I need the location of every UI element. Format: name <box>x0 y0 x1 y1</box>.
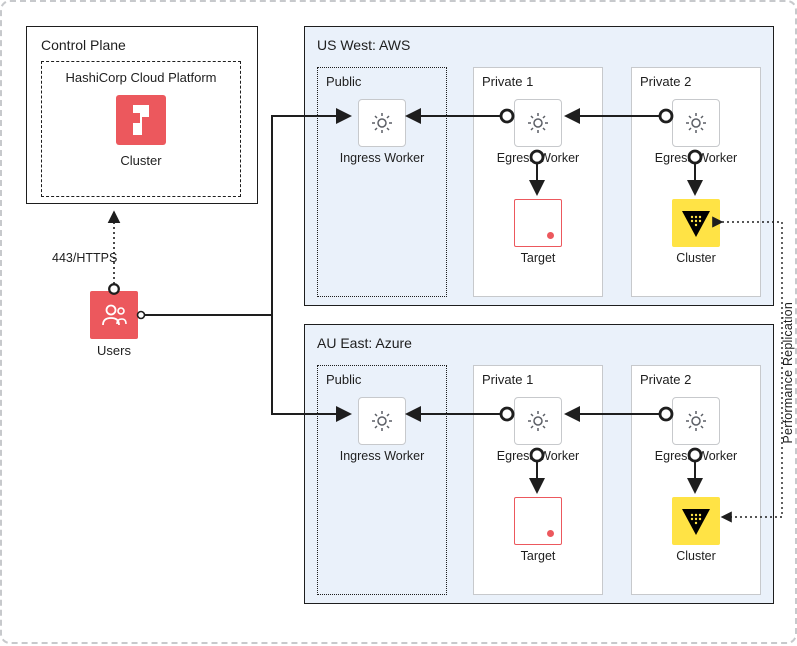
azure-priv1-subnet: Private 1 Egress Worker Target <box>473 365 603 595</box>
aws-priv2-title: Private 2 <box>640 74 752 89</box>
aws-cluster-label: Cluster <box>640 251 752 265</box>
control-plane-title: Control Plane <box>41 37 243 53</box>
users-icon <box>90 291 138 339</box>
performance-replication-label: Performance Replication <box>781 302 795 443</box>
gear-icon <box>514 397 562 445</box>
gear-icon <box>358 397 406 445</box>
aws-public-title: Public <box>326 74 438 89</box>
azure-public-subnet: Public Ingress Worker <box>317 365 447 595</box>
gear-icon <box>672 99 720 147</box>
control-plane-box: Control Plane HashiCorp Cloud Platform C… <box>26 26 258 204</box>
azure-egress1-label: Egress Worker <box>482 449 594 463</box>
azure-cluster-label: Cluster <box>640 549 752 563</box>
azure-public-title: Public <box>326 372 438 387</box>
region-azure-box: AU East: Azure Public Ingress Worker Pri… <box>304 324 774 604</box>
hcp-cluster-label: Cluster <box>52 153 230 168</box>
aws-priv2-subnet: Private 2 Egress Worker Cluster <box>631 67 761 297</box>
region-aws-title: US West: AWS <box>317 37 761 53</box>
azure-target-label: Target <box>482 549 594 563</box>
boundary-logo-icon <box>114 93 168 147</box>
vault-logo-icon <box>672 199 720 247</box>
vault-logo-icon <box>672 497 720 545</box>
aws-priv1-subnet: Private 1 Egress Worker Target <box>473 67 603 297</box>
aws-priv1-title: Private 1 <box>482 74 594 89</box>
azure-priv2-title: Private 2 <box>640 372 752 387</box>
aws-ingress-label: Ingress Worker <box>326 151 438 165</box>
aws-egress1-label: Egress Worker <box>482 151 594 165</box>
region-aws-box: US West: AWS Public Ingress Worker Priva… <box>304 26 774 306</box>
azure-priv1-title: Private 1 <box>482 372 594 387</box>
hcp-title: HashiCorp Cloud Platform <box>52 70 230 85</box>
gear-icon <box>358 99 406 147</box>
azure-priv2-subnet: Private 2 Egress Worker Cluster <box>631 365 761 595</box>
hcp-box: HashiCorp Cloud Platform Cluster <box>41 61 241 197</box>
target-icon <box>514 497 562 545</box>
gear-icon <box>514 99 562 147</box>
target-icon <box>514 199 562 247</box>
diagram-canvas: Control Plane HashiCorp Cloud Platform C… <box>0 0 797 644</box>
aws-public-subnet: Public Ingress Worker <box>317 67 447 297</box>
users-label: Users <box>90 343 138 358</box>
azure-ingress-label: Ingress Worker <box>326 449 438 463</box>
aws-egress2-label: Egress Worker <box>640 151 752 165</box>
azure-egress2-label: Egress Worker <box>640 449 752 463</box>
region-azure-title: AU East: Azure <box>317 335 761 351</box>
aws-target-label: Target <box>482 251 594 265</box>
https-label: 443/HTTPS <box>52 251 117 265</box>
gear-icon <box>672 397 720 445</box>
